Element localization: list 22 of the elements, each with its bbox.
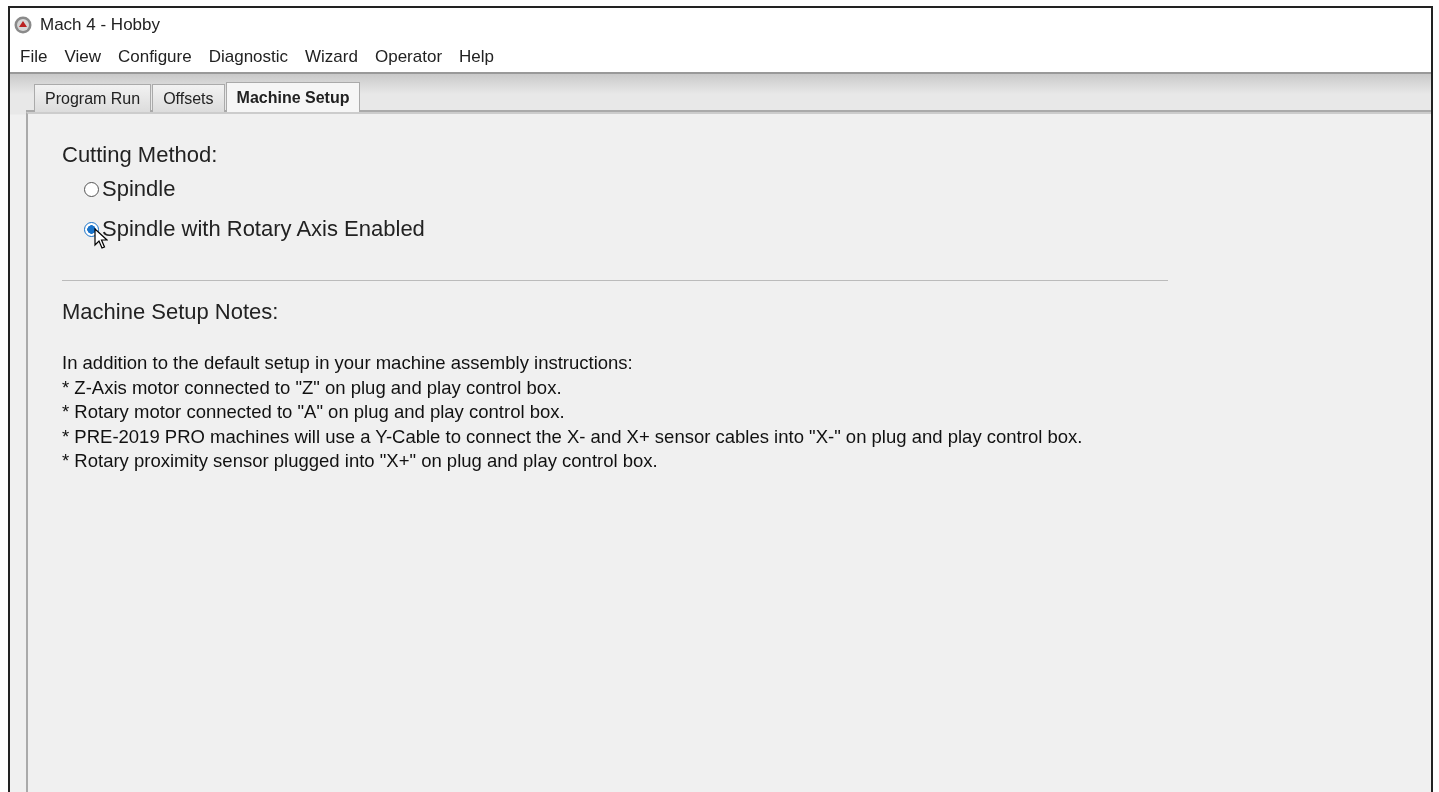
menu-item[interactable]: Operator [366, 47, 452, 67]
menu-item[interactable]: Configure [109, 47, 201, 67]
radio-button[interactable] [84, 181, 99, 197]
note-line: * PRE-2019 PRO machines will use a Y-Cable to connect the X- and X+ sensor cables into "X-" on plug and play control box. [62, 424, 1084, 449]
section-heading: Cutting Method: [62, 142, 219, 168]
tab[interactable]: Machine Setup [225, 82, 361, 112]
note-line: In addition to the default setup in your machine assembly instructions: [62, 351, 634, 375]
menu-item[interactable]: Diagnostic [200, 47, 298, 67]
menu-item[interactable]: Wizard [297, 47, 367, 67]
menu-item[interactable]: File [12, 47, 57, 67]
radio-option[interactable]: Spindle [84, 176, 1431, 202]
note-line: * Rotary motor connected to "A" on plug and play control box. [62, 400, 566, 424]
tab[interactable]: Program Run [34, 84, 152, 112]
radio-option[interactable]: Spindle with Rotary Axis Enabled [84, 216, 1431, 242]
window-title: Mach 4 - Hobby [40, 15, 160, 35]
tab[interactable]: Offsets [152, 84, 225, 112]
note-line: * Rotary proximity sensor plugged into "X+" on plug and play control box. [62, 449, 659, 473]
section-heading: Machine Setup Notes: [62, 299, 280, 325]
menu-item[interactable]: View [56, 47, 110, 67]
app-logo-icon [14, 16, 32, 34]
menu-item[interactable]: Help [451, 47, 503, 67]
note-line: * Z-Axis motor connected to "Z" on plug and play control box. [62, 375, 563, 400]
